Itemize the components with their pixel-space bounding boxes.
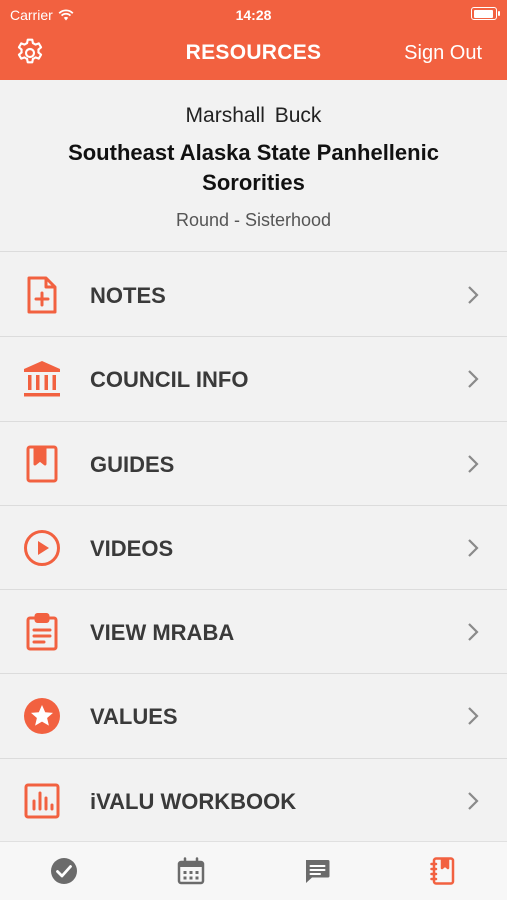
- star-badge-icon: [24, 698, 60, 735]
- check-circle-icon: [51, 858, 77, 884]
- menu-item-label: NOTES: [90, 283, 166, 308]
- tab-bar: [0, 841, 507, 900]
- header: Carrier 14:28 RESOURCES Sign Out: [0, 0, 507, 80]
- chevron-right-icon: [468, 623, 479, 641]
- status-time: 14:28: [235, 7, 272, 23]
- status-bar: Carrier 14:28: [0, 5, 507, 25]
- tab-calendar[interactable]: [176, 856, 206, 886]
- play-circle-icon: [24, 529, 60, 566]
- menu-item-council-info[interactable]: COUNCIL INFO: [0, 337, 507, 422]
- chevron-right-icon: [468, 707, 479, 726]
- calendar-icon: [177, 857, 205, 885]
- user-name: Marshall Buck: [185, 104, 322, 127]
- sign-out-button[interactable]: Sign Out: [404, 42, 482, 65]
- menu-item-label: VIEW MRABA: [90, 620, 235, 646]
- tab-check[interactable]: [49, 856, 79, 886]
- chevron-right-icon: [468, 370, 479, 389]
- bar-chart-icon: [24, 783, 60, 819]
- chat-icon: [306, 860, 330, 883]
- menu-item-ivalu-workbook[interactable]: iVALU WORKBOOK: [0, 759, 507, 844]
- chevron-right-icon: [468, 454, 479, 473]
- profile-section: Marshall Buck Southeast Alaska State Pan…: [0, 80, 507, 252]
- notebook-icon: [430, 857, 455, 885]
- chevron-right-icon: [468, 286, 479, 304]
- clipboard-icon: [26, 613, 58, 651]
- chevron-right-icon: [468, 792, 479, 810]
- book-bookmark-icon: [26, 445, 58, 483]
- chevron-right-icon: [468, 539, 479, 557]
- menu-item-label: GUIDES: [90, 451, 175, 477]
- menu-item-view-mraba[interactable]: VIEW MRABA: [0, 590, 507, 675]
- nav-bar: RESOURCES Sign Out: [0, 30, 507, 76]
- resources-menu: NOTES COUNCIL INFO GUIDES VIDEOS VIEW MR…: [0, 253, 507, 844]
- menu-item-guides[interactable]: GUIDES: [0, 422, 507, 506]
- bank-icon: [24, 361, 60, 397]
- tab-resources[interactable]: [428, 856, 458, 886]
- menu-item-label: VIDEOS: [90, 535, 174, 561]
- organization-name: Southeast Alaska State Panhellenic Soror…: [68, 140, 439, 195]
- menu-item-label: iVALU WORKBOOK: [90, 788, 297, 814]
- menu-item-videos[interactable]: VIDEOS: [0, 506, 507, 591]
- battery-level: [473, 9, 493, 18]
- tab-messages[interactable]: [302, 856, 332, 886]
- round-label: Round - Sisterhood: [175, 210, 332, 230]
- menu-item-label: VALUES: [90, 704, 178, 730]
- battery-icon: [471, 7, 500, 20]
- menu-item-label: COUNCIL INFO: [90, 367, 249, 393]
- note-add-icon: [27, 276, 57, 314]
- menu-item-notes[interactable]: NOTES: [0, 253, 507, 338]
- menu-item-values[interactable]: VALUES: [0, 674, 507, 759]
